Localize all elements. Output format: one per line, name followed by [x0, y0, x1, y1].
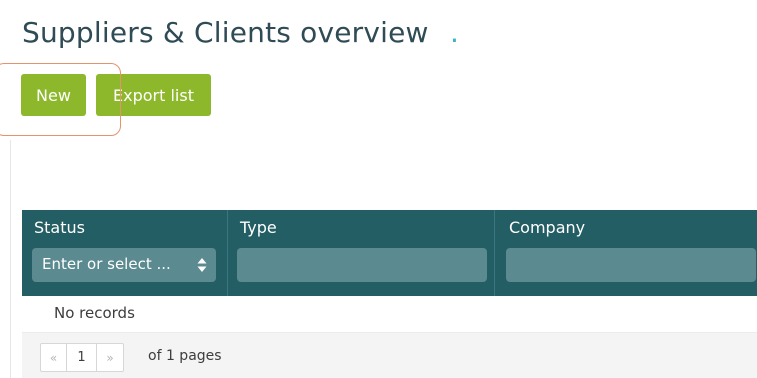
- page: Suppliers & Clients overview . New Expor…: [0, 0, 757, 378]
- double-chevron-right-icon[interactable]: »: [97, 344, 123, 371]
- table-header: Status Enter or select ... Type Company: [22, 210, 757, 296]
- status-filter-placeholder: Enter or select ...: [42, 255, 171, 273]
- column-status: Status Enter or select ...: [22, 210, 226, 296]
- pager: « 1 »: [40, 343, 124, 372]
- column-company: Company: [494, 210, 757, 296]
- type-filter-input[interactable]: [237, 248, 487, 282]
- title-accent-dot: .: [450, 16, 459, 49]
- left-divider: [10, 140, 11, 378]
- pagination-bar: « 1 » of 1 pages: [22, 332, 757, 378]
- column-header-status[interactable]: Status: [34, 218, 85, 237]
- column-type: Type: [227, 210, 494, 296]
- double-chevron-left-icon[interactable]: «: [41, 344, 67, 371]
- page-title: Suppliers & Clients overview: [22, 16, 429, 49]
- new-button[interactable]: New: [21, 74, 86, 116]
- current-page-number[interactable]: 1: [67, 344, 97, 371]
- column-header-type[interactable]: Type: [240, 218, 277, 237]
- column-header-company[interactable]: Company: [509, 218, 585, 237]
- page-count-label: of 1 pages: [148, 348, 222, 364]
- sort-icon: [197, 258, 207, 272]
- company-filter-input[interactable]: [506, 248, 756, 282]
- export-list-button[interactable]: Export list: [96, 74, 211, 116]
- no-records-message: No records: [54, 304, 135, 322]
- status-filter-select[interactable]: Enter or select ...: [32, 248, 216, 282]
- empty-row: No records: [22, 296, 757, 332]
